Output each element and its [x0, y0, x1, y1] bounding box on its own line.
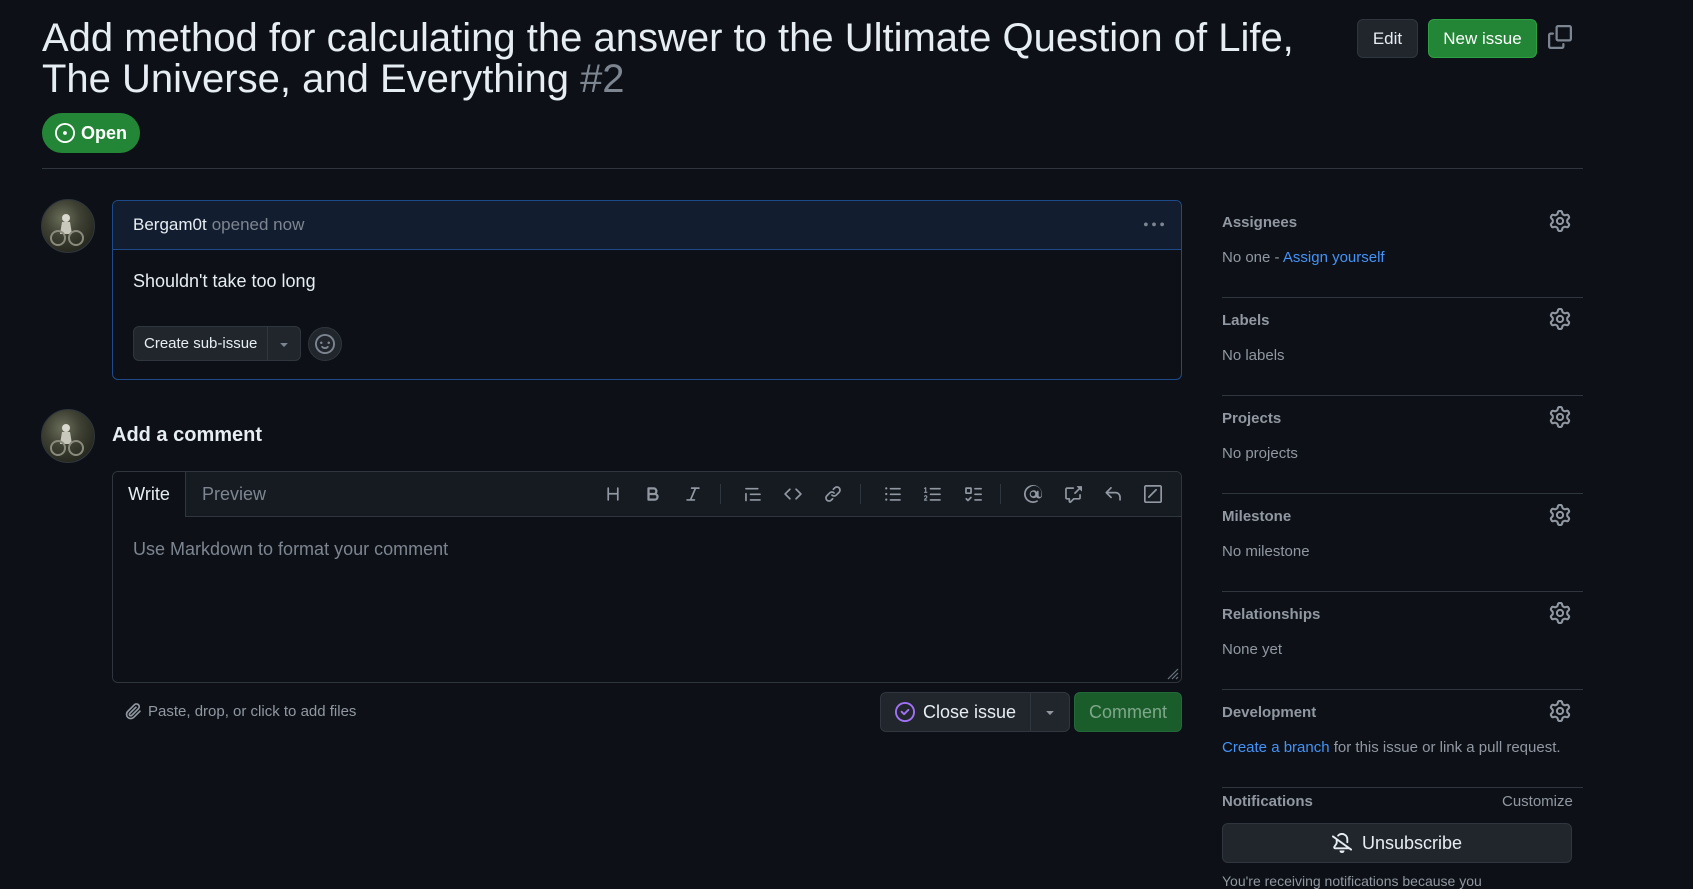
comment-editor: Write Preview — [112, 471, 1182, 683]
cross-reference-icon[interactable] — [1060, 482, 1086, 506]
create-branch-link[interactable]: Create a branch — [1222, 739, 1330, 756]
new-issue-button[interactable]: New issue — [1428, 19, 1537, 58]
heading-icon[interactable] — [600, 482, 626, 506]
sidebar-labels: Labels No labels — [1222, 298, 1583, 396]
milestone-title: Milestone — [1222, 508, 1292, 525]
sidebar-projects: Projects No projects — [1222, 396, 1583, 494]
paperclip-icon — [124, 702, 142, 720]
notifications-title: Notifications — [1222, 793, 1313, 810]
development-title: Development — [1222, 704, 1317, 721]
triangle-down-icon[interactable] — [1031, 693, 1069, 731]
numbered-list-icon[interactable] — [920, 482, 946, 506]
projects-title: Projects — [1222, 410, 1282, 427]
gear-icon[interactable] — [1549, 406, 1573, 430]
status-badge: Open — [42, 113, 140, 153]
tab-write[interactable]: Write — [113, 472, 186, 517]
kebab-icon[interactable] — [1141, 213, 1167, 237]
create-sub-issue-group: Create sub-issue — [133, 326, 302, 361]
header-divider — [42, 168, 1583, 169]
projects-value: No projects — [1222, 445, 1298, 462]
comment-button[interactable]: Comment — [1074, 692, 1182, 732]
gear-icon[interactable] — [1549, 210, 1573, 234]
assignees-value: No one - Assign yourself — [1222, 249, 1385, 266]
assignees-title: Assignees — [1222, 214, 1298, 231]
quote-icon[interactable] — [740, 482, 766, 506]
triangle-down-icon[interactable] — [268, 327, 300, 360]
relationships-value: None yet — [1222, 641, 1283, 658]
create-sub-issue-button[interactable]: Create sub-issue — [134, 327, 269, 360]
gear-icon[interactable] — [1549, 700, 1573, 724]
editor-toolbar: Write Preview — [113, 472, 1181, 517]
issue-title-text: Add method for calculating the answer to… — [42, 16, 1294, 101]
sidebar-milestone: Milestone No milestone — [1222, 494, 1583, 592]
comment-header: Bergam0t opened now — [113, 201, 1181, 250]
sidebar-relationships: Relationships None yet — [1222, 592, 1583, 690]
avatar[interactable] — [41, 199, 95, 253]
edit-button[interactable]: Edit — [1357, 19, 1418, 58]
comment-author[interactable]: Bergam0t — [133, 215, 207, 235]
copy-icon[interactable] — [1548, 25, 1576, 53]
italic-icon[interactable] — [680, 482, 706, 506]
unsubscribe-button[interactable]: Unsubscribe — [1222, 823, 1572, 863]
smiley-icon[interactable] — [308, 327, 342, 361]
customize-link[interactable]: Customize — [1502, 793, 1573, 810]
toolbar-divider — [860, 484, 861, 504]
link-icon[interactable] — [820, 482, 846, 506]
development-value: Create a branch for this issue or link a… — [1222, 739, 1561, 756]
attach-files-label: Paste, drop, or click to add files — [148, 702, 357, 720]
bulleted-list-icon[interactable] — [880, 482, 906, 506]
issue-sidebar: Assignees No one - Assign yourself Label… — [1222, 200, 1583, 788]
development-text: for this issue or link a pull request. — [1333, 739, 1561, 756]
labels-value: No labels — [1222, 347, 1285, 364]
relationships-title: Relationships — [1222, 606, 1321, 623]
sidebar-assignees: Assignees No one - Assign yourself — [1222, 200, 1583, 298]
tab-preview[interactable]: Preview — [202, 472, 266, 516]
comment-textarea[interactable] — [113, 517, 1181, 682]
issue-number: #2 — [580, 57, 625, 101]
comment-body: Shouldn't take too long — [133, 271, 316, 291]
issue-comment: Bergam0t opened now Shouldn't take too l… — [112, 200, 1182, 380]
issue-title: Add method for calculating the answer to… — [42, 18, 1342, 100]
issue-closed-icon — [895, 702, 915, 722]
sidebar-development: Development Create a branch for this iss… — [1222, 690, 1583, 788]
gear-icon[interactable] — [1549, 602, 1573, 626]
unsubscribe-label: Unsubscribe — [1361, 832, 1463, 853]
resize-handle-icon[interactable] — [1163, 664, 1179, 680]
code-icon[interactable] — [780, 482, 806, 506]
status-label: Open — [80, 122, 127, 143]
labels-title: Labels — [1222, 312, 1270, 329]
task-list-icon[interactable] — [960, 482, 986, 506]
close-issue-button[interactable]: Close issue — [881, 693, 1032, 731]
avatar[interactable] — [41, 409, 95, 463]
slash-command-icon[interactable] — [1140, 482, 1166, 506]
toolbar-divider — [720, 484, 721, 504]
milestone-value: No milestone — [1222, 543, 1310, 560]
assign-yourself-link[interactable]: Assign yourself — [1283, 249, 1385, 266]
assignees-none: No one - — [1222, 249, 1280, 266]
gear-icon[interactable] — [1549, 308, 1573, 332]
gear-icon[interactable] — [1549, 504, 1573, 528]
mention-icon[interactable] — [1020, 482, 1046, 506]
issue-open-icon — [54, 123, 75, 143]
add-comment-heading: Add a comment — [112, 424, 263, 446]
bell-slash-icon — [1331, 833, 1352, 853]
comment-timestamp[interactable]: opened now — [212, 215, 305, 235]
close-issue-group: Close issue — [880, 692, 1071, 732]
close-issue-label: Close issue — [923, 701, 1017, 722]
reply-icon[interactable] — [1100, 482, 1126, 506]
toolbar-divider — [1000, 484, 1001, 504]
notifications-note: You're receiving notifications because y… — [1222, 873, 1482, 889]
attach-files[interactable]: Paste, drop, or click to add files — [124, 702, 356, 720]
bold-icon[interactable] — [640, 482, 666, 506]
